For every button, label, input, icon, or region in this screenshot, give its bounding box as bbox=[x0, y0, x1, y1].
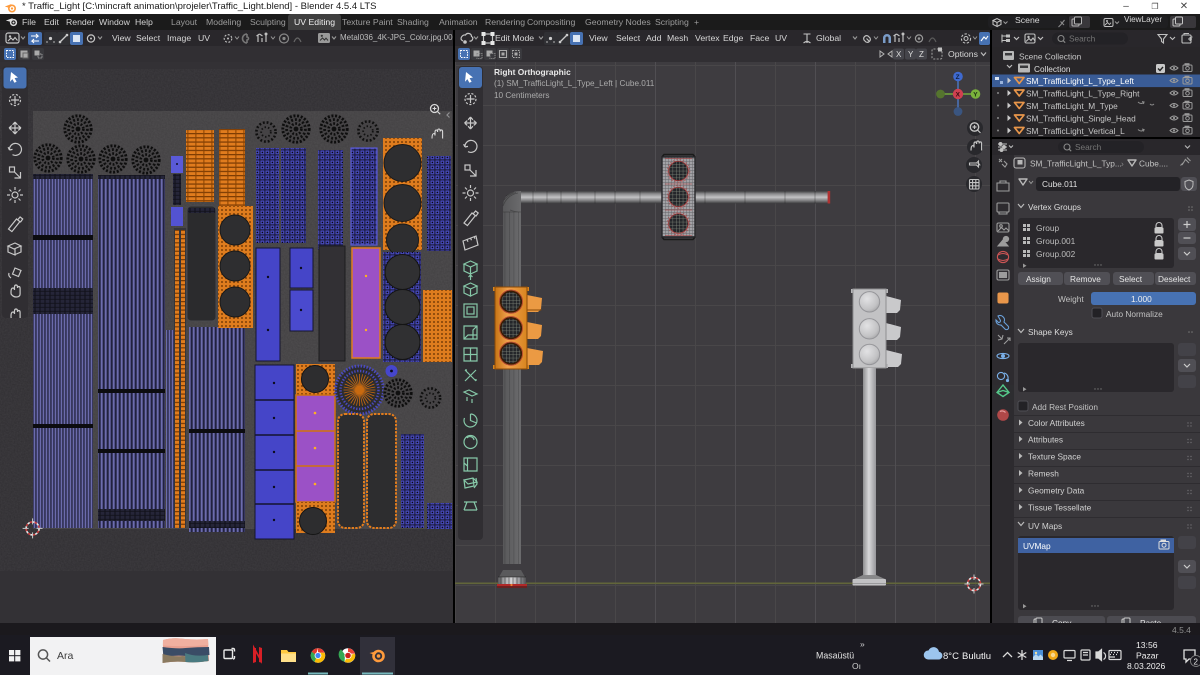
svg-text:SM_TrafficLight_L_Type_Left: SM_TrafficLight_L_Type_Left bbox=[1026, 76, 1135, 86]
svg-text:SM_TrafficLight_L_Type_Right: SM_TrafficLight_L_Type_Right bbox=[1026, 89, 1140, 99]
svg-text:SM_TrafficLight_M_Type: SM_TrafficLight_M_Type bbox=[1026, 101, 1118, 111]
svg-text:Search: Search bbox=[1075, 142, 1102, 152]
svg-text:Z: Z bbox=[956, 74, 960, 81]
svg-text:Texture Space: Texture Space bbox=[1028, 452, 1081, 462]
svg-text:›: › bbox=[1121, 159, 1124, 169]
svg-text:Vertex Groups: Vertex Groups bbox=[1028, 202, 1081, 212]
svg-text:Auto Normalize: Auto Normalize bbox=[1106, 309, 1163, 319]
svg-text:Oı: Oı bbox=[852, 661, 861, 671]
svg-text:X: X bbox=[896, 50, 902, 59]
svg-text:Color Attributes: Color Attributes bbox=[1028, 418, 1085, 428]
svg-text:Deselect: Deselect bbox=[1158, 274, 1191, 284]
svg-text:Remesh: Remesh bbox=[1028, 469, 1059, 479]
svg-text:Geometry Data: Geometry Data bbox=[1028, 486, 1085, 496]
svg-text:Bulutlu: Bulutlu bbox=[962, 651, 991, 662]
svg-text:X: X bbox=[956, 92, 961, 99]
svg-text:UV Maps: UV Maps bbox=[1028, 521, 1062, 531]
svg-text:Z: Z bbox=[919, 50, 924, 59]
svg-text:SM_TrafficLight_L_Typ...: SM_TrafficLight_L_Typ... bbox=[1030, 159, 1122, 169]
svg-text:13:56: 13:56 bbox=[1136, 640, 1158, 650]
svg-text:Y: Y bbox=[973, 91, 978, 98]
svg-text:Y: Y bbox=[908, 50, 914, 59]
svg-text:»: » bbox=[860, 639, 865, 649]
svg-text:Cube.011: Cube.011 bbox=[1042, 179, 1078, 189]
svg-text:Group.001: Group.001 bbox=[1036, 236, 1076, 246]
svg-text:Scene Collection: Scene Collection bbox=[1019, 52, 1082, 62]
svg-text:Shape Keys: Shape Keys bbox=[1028, 327, 1073, 337]
svg-text:Group: Group bbox=[1036, 223, 1059, 233]
svg-text:2: 2 bbox=[1194, 658, 1199, 667]
svg-text:Tissue Tessellate: Tissue Tessellate bbox=[1028, 503, 1092, 513]
svg-text:Attributes: Attributes bbox=[1028, 435, 1063, 445]
svg-text:1.000: 1.000 bbox=[1131, 294, 1152, 304]
svg-text:Select: Select bbox=[1119, 274, 1143, 284]
svg-text:Remove: Remove bbox=[1070, 274, 1101, 284]
svg-text:Add Rest Position: Add Rest Position bbox=[1032, 402, 1098, 412]
svg-text:Masaüstü: Masaüstü bbox=[816, 651, 854, 661]
svg-text:SM_TrafficLight_Vertical_L: SM_TrafficLight_Vertical_L bbox=[1026, 126, 1125, 136]
svg-text:Ara: Ara bbox=[57, 650, 74, 662]
svg-text:Cube....: Cube.... bbox=[1139, 159, 1168, 169]
svg-text:SM_TrafficLight_Single_Head: SM_TrafficLight_Single_Head bbox=[1026, 114, 1136, 124]
svg-text:Collection: Collection bbox=[1034, 64, 1071, 74]
svg-text:8.03.2026: 8.03.2026 bbox=[1127, 661, 1165, 671]
svg-text:Weight: Weight bbox=[1058, 294, 1084, 304]
svg-text:Search: Search bbox=[1069, 34, 1096, 44]
svg-text:8°C: 8°C bbox=[943, 651, 959, 662]
svg-text:Pazar: Pazar bbox=[1136, 651, 1159, 661]
svg-text:Assign: Assign bbox=[1026, 274, 1051, 284]
svg-text:Group.002: Group.002 bbox=[1036, 249, 1076, 259]
svg-text:UVMap: UVMap bbox=[1023, 541, 1051, 551]
